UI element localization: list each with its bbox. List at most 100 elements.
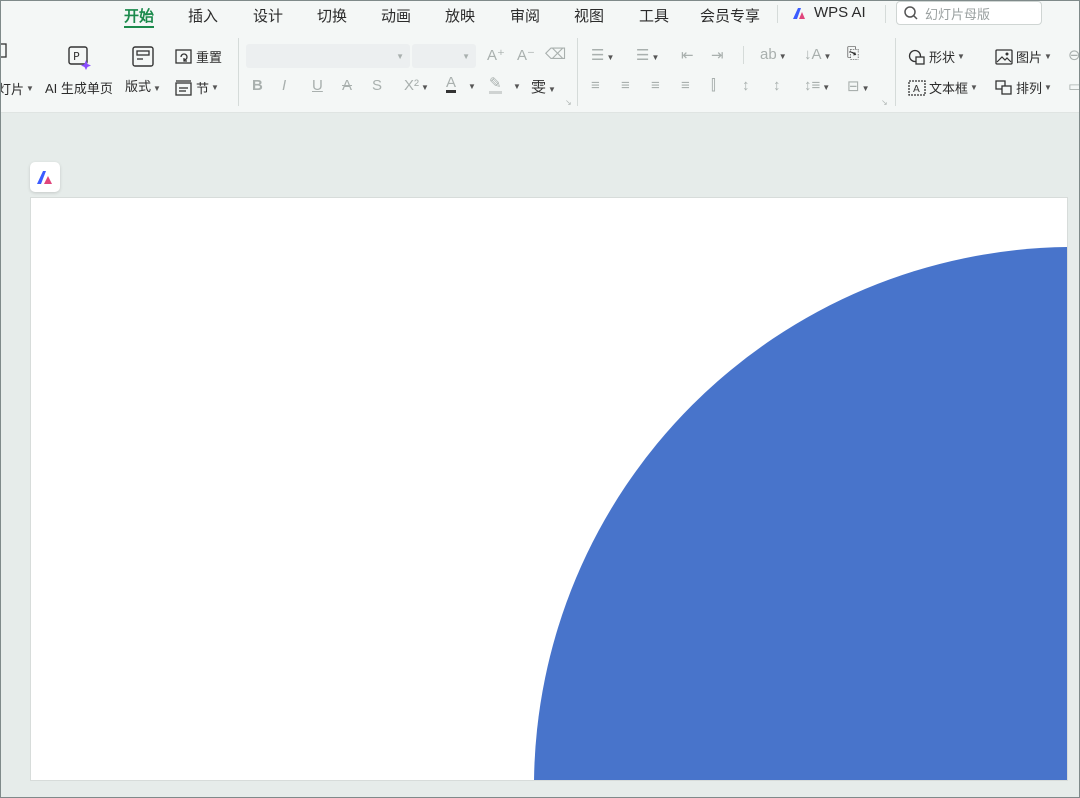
- distribute-icon[interactable]: ⫿: [711, 77, 716, 94]
- line-spacing-icon[interactable]: ↕: [742, 77, 750, 94]
- tab-design[interactable]: 设计: [253, 5, 283, 26]
- ai-generate-icon: P: [68, 46, 91, 70]
- tab-view[interactable]: 视图: [574, 5, 604, 26]
- wps-ai-float-button[interactable]: [30, 162, 60, 192]
- search-box[interactable]: 幻灯片母版: [896, 1, 1042, 25]
- decrease-font-icon[interactable]: A⁻: [517, 46, 535, 64]
- new-slide-button[interactable]: 灯片 ▼: [0, 79, 34, 98]
- reset-label: 重置: [196, 50, 223, 65]
- picture-label: 图片: [1016, 50, 1043, 65]
- tab-tools[interactable]: 工具: [639, 5, 669, 26]
- picture-button[interactable]: 图片 ▼: [995, 47, 1052, 66]
- layout-button[interactable]: 版式 ▼: [125, 46, 161, 95]
- dialog-launcher-icon[interactable]: ↘: [881, 98, 888, 107]
- numbering-icon[interactable]: ☰ ▼: [636, 46, 659, 64]
- chevron-down-icon: ▼: [396, 51, 404, 61]
- arrange-button[interactable]: 排列 ▼: [995, 78, 1052, 97]
- reset-button[interactable]: 重置: [175, 47, 222, 66]
- textbox-icon: A: [908, 79, 926, 96]
- align-left-icon[interactable]: ≡: [591, 77, 600, 94]
- textbox-label: 文本框: [929, 81, 969, 96]
- active-tab-indicator: [124, 26, 154, 28]
- align-center-icon[interactable]: ≡: [621, 77, 630, 94]
- tab-transition[interactable]: 切换: [317, 5, 347, 26]
- convert-icon[interactable]: ⎘: [847, 45, 859, 62]
- text-direction-icon[interactable]: ab ▼: [760, 46, 787, 63]
- chevron-down-icon: ▼: [970, 83, 978, 92]
- section-label: 节: [196, 81, 210, 96]
- pinyin-icon[interactable]: 雯 ▼: [531, 76, 556, 97]
- chevron-down-icon: ▼: [26, 84, 34, 93]
- font-family-select[interactable]: ▼: [246, 44, 410, 68]
- justify-icon[interactable]: ≡: [681, 77, 690, 94]
- more-icon[interactable]: ⊖: [1068, 46, 1080, 64]
- divider: [743, 46, 744, 64]
- strikethrough-icon[interactable]: A: [342, 77, 352, 94]
- arrange-label: 排列: [1016, 81, 1043, 96]
- ai-generate-label: AI 生成单页: [45, 81, 113, 96]
- tab-slideshow[interactable]: 放映: [445, 5, 475, 26]
- ai-generate-button[interactable]: P AI 生成单页: [45, 46, 113, 97]
- new-slide-label: 灯片: [0, 82, 25, 97]
- shape-icon: [908, 49, 925, 65]
- quarter-circle-shape[interactable]: [534, 247, 1068, 781]
- columns-icon[interactable]: ⊟ ▼: [847, 77, 870, 95]
- clear-format-icon[interactable]: ⌫: [545, 45, 566, 63]
- wps-ai-button[interactable]: WPS AI: [792, 4, 866, 21]
- shape-button[interactable]: 形状 ▼: [908, 47, 965, 66]
- section-button[interactable]: 节 ▼: [175, 78, 219, 97]
- increase-font-icon[interactable]: A⁺: [487, 46, 505, 64]
- shape-label: 形状: [929, 50, 956, 65]
- textbox-button[interactable]: A 文本框 ▼: [908, 78, 978, 97]
- tab-member[interactable]: 会员专享: [700, 5, 760, 26]
- chevron-down-icon: ▼: [468, 82, 476, 91]
- new-slide-icon[interactable]: [0, 43, 8, 59]
- wps-ai-label: WPS AI: [814, 4, 866, 21]
- picture-icon: [995, 48, 1013, 65]
- divider: [577, 38, 578, 106]
- layout-icon: [132, 46, 154, 67]
- chevron-down-icon: ▼: [957, 52, 965, 61]
- svg-text:P: P: [73, 50, 80, 63]
- tab-home[interactable]: 开始: [124, 5, 154, 26]
- font-size-select[interactable]: ▼: [412, 44, 476, 68]
- increase-indent-icon[interactable]: ⇥: [711, 46, 724, 64]
- shadow-text-icon[interactable]: S: [372, 77, 382, 94]
- chevron-down-icon: ▼: [211, 83, 219, 92]
- decrease-indent-icon[interactable]: ⇤: [681, 46, 694, 64]
- slide[interactable]: [30, 197, 1068, 781]
- more-icon[interactable]: ▭: [1068, 77, 1080, 95]
- tab-insert[interactable]: 插入: [188, 5, 218, 26]
- chevron-down-icon: ▼: [513, 82, 521, 91]
- chevron-down-icon: ▼: [462, 51, 470, 61]
- text-align-icon[interactable]: ↓A ▼: [804, 46, 831, 63]
- bold-icon[interactable]: B: [252, 77, 263, 94]
- italic-icon[interactable]: I: [282, 77, 286, 94]
- section-icon: [175, 79, 192, 96]
- tab-review[interactable]: 审阅: [510, 5, 540, 26]
- divider: [777, 5, 778, 23]
- svg-text:A: A: [913, 84, 920, 95]
- dialog-launcher-icon[interactable]: ↘: [565, 98, 572, 107]
- chevron-down-icon: ▼: [1044, 52, 1052, 61]
- tab-animation[interactable]: 动画: [381, 5, 411, 26]
- chevron-down-icon: ▼: [1044, 83, 1052, 92]
- search-icon: [904, 6, 918, 20]
- spacing-options-icon[interactable]: ↕≡ ▼: [804, 77, 830, 94]
- layout-label: 版式 ▼: [125, 79, 161, 94]
- superscript-icon[interactable]: X² ▼: [404, 77, 429, 94]
- slide-shape-layer: [534, 247, 1068, 781]
- align-right-icon[interactable]: ≡: [651, 77, 660, 94]
- divider: [238, 38, 239, 106]
- search-placeholder: 幻灯片母版: [925, 6, 991, 22]
- font-color-icon[interactable]: A: [446, 75, 457, 93]
- reset-icon: [175, 48, 192, 64]
- wps-ai-icon: [37, 171, 52, 184]
- highlight-icon[interactable]: ✎: [489, 76, 502, 94]
- paragraph-spacing-icon[interactable]: ↕: [773, 77, 781, 94]
- divider: [895, 38, 896, 106]
- arrange-icon: [995, 79, 1012, 95]
- underline-icon[interactable]: U: [312, 77, 323, 94]
- bullets-icon[interactable]: ☰ ▼: [591, 46, 614, 64]
- ribbon-toolbar: 灯片 ▼ P AI 生成单页 版式 ▼ 重置 节 ▼ ▼ ▼ A⁺ A⁻ ⌫ B…: [0, 30, 1080, 113]
